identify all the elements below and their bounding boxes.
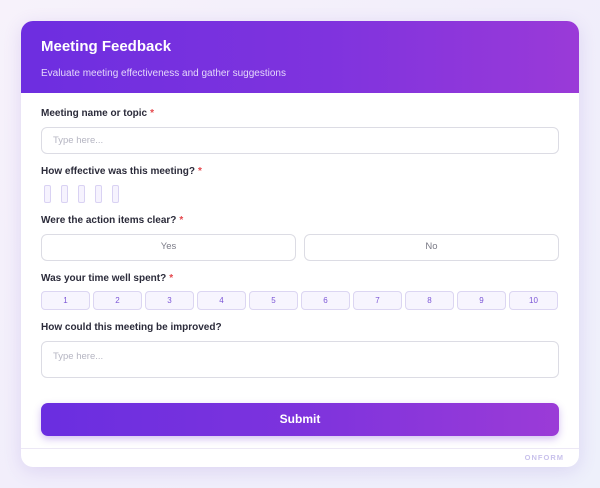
- meeting-name-label-text: Meeting name or topic: [41, 108, 148, 119]
- scale-option-8[interactable]: 8: [405, 291, 454, 310]
- form-header: Meeting Feedback Evaluate meeting effect…: [21, 21, 579, 93]
- scale-option-9[interactable]: 9: [457, 291, 506, 310]
- time-well-spent-label: Was your time well spent? *: [41, 273, 559, 285]
- scale-option-3[interactable]: 3: [145, 291, 194, 310]
- rating-option-3[interactable]: [78, 185, 85, 203]
- feedback-card: Meeting Feedback Evaluate meeting effect…: [21, 21, 579, 467]
- time-well-spent-label-text: Was your time well spent?: [41, 273, 167, 284]
- improvement-placeholder: Type here...: [53, 351, 104, 362]
- no-button[interactable]: No: [304, 234, 559, 261]
- action-items-label-text: Were the action items clear?: [41, 215, 177, 226]
- form-title: Meeting Feedback: [41, 38, 172, 55]
- brand-logo: ONFORM: [524, 453, 564, 462]
- meeting-name-placeholder: Type here...: [53, 135, 104, 146]
- submit-button[interactable]: Submit: [41, 403, 559, 436]
- action-items-label: Were the action items clear? *: [41, 215, 559, 227]
- required-marker: *: [150, 108, 155, 119]
- scale-option-7[interactable]: 7: [353, 291, 402, 310]
- improvement-label: How could this meeting be improved?: [41, 322, 222, 333]
- scale-option-5[interactable]: 5: [249, 291, 298, 310]
- form-body: Meeting name or topic * Type here... How …: [21, 108, 579, 378]
- improvement-textarea[interactable]: Type here...: [41, 341, 559, 378]
- yes-button[interactable]: Yes: [41, 234, 296, 261]
- rating-option-1[interactable]: [44, 185, 51, 203]
- effectiveness-rating: [44, 185, 559, 203]
- footer-divider: [21, 448, 579, 449]
- form-subtitle: Evaluate meeting effectiveness and gathe…: [41, 68, 286, 79]
- rating-option-5[interactable]: [112, 185, 119, 203]
- scale-option-1[interactable]: 1: [41, 291, 90, 310]
- rating-option-2[interactable]: [61, 185, 68, 203]
- effectiveness-label: How effective was this meeting? *: [41, 166, 559, 178]
- meeting-name-label: Meeting name or topic *: [41, 108, 559, 120]
- scale-option-6[interactable]: 6: [301, 291, 350, 310]
- scale-option-10[interactable]: 10: [509, 291, 558, 310]
- required-marker: *: [169, 273, 174, 284]
- action-items-choice: Yes No: [41, 234, 559, 261]
- required-marker: *: [179, 215, 184, 226]
- rating-option-4[interactable]: [95, 185, 102, 203]
- meeting-name-input[interactable]: Type here...: [41, 127, 559, 154]
- scale-option-2[interactable]: 2: [93, 291, 142, 310]
- effectiveness-label-text: How effective was this meeting?: [41, 166, 195, 177]
- time-well-spent-scale: 1 2 3 4 5 6 7 8 9 10: [41, 291, 559, 310]
- scale-option-4[interactable]: 4: [197, 291, 246, 310]
- required-marker: *: [197, 166, 202, 177]
